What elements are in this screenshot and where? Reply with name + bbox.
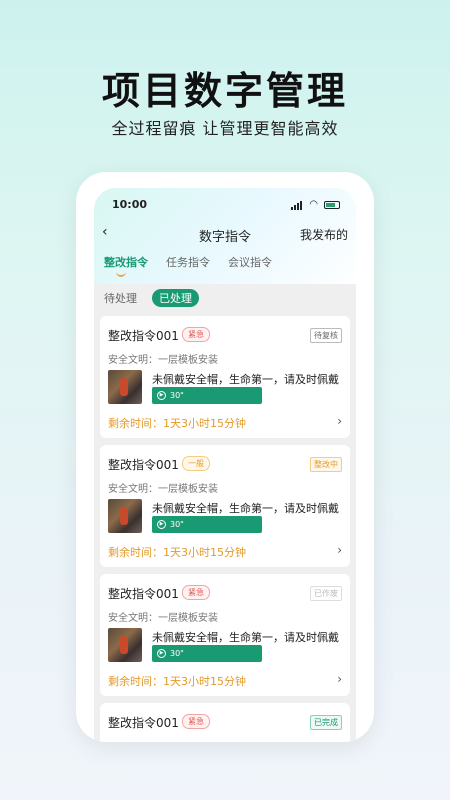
remaining-time: 剩余时间：1天3小时15分钟 — [108, 417, 246, 430]
app-screen: 10:00 ◠ ‹ 数字指令 我发布的 整改指令 任务指令 会议指令 待处理 已… — [94, 188, 356, 742]
tab-task[interactable]: 任务指令 — [166, 254, 210, 270]
voice-duration: 30" — [170, 649, 184, 658]
filter-done[interactable]: 已处理 — [152, 289, 199, 307]
remaining-time: 剩余时间：1天3小时15分钟 — [108, 675, 246, 688]
voice-message[interactable]: ▶ 30" — [152, 387, 262, 404]
instruction-card[interactable]: 整改指令001 紧急 已作废 安全文明：一层模板安装 未佩戴安全帽，生命第一，请… — [100, 574, 350, 696]
priority-badge: 紧急 — [182, 585, 210, 600]
status-tag: 已作废 — [310, 586, 342, 601]
remaining-time: 剩余时间：1天3小时15分钟 — [108, 546, 246, 559]
battery-icon — [324, 201, 340, 209]
status-bar: 10:00 ◠ — [94, 198, 356, 214]
card-title: 整改指令001 — [108, 587, 179, 601]
card-title: 整改指令001 — [108, 458, 179, 472]
instruction-card[interactable]: 整改指令001 紧急 已完成 — [100, 703, 350, 742]
status-filter: 待处理 已处理 — [94, 284, 356, 312]
tab-meeting[interactable]: 会议指令 — [228, 254, 272, 270]
play-icon: ▶ — [157, 520, 166, 529]
card-subtitle: 安全文明：一层模板安装 — [108, 613, 218, 624]
status-time: 10:00 — [112, 198, 148, 211]
site-photo[interactable] — [108, 628, 142, 662]
tab-rectification[interactable]: 整改指令 — [104, 254, 148, 277]
card-description: 未佩戴安全帽，生命第一，请及时佩戴 — [152, 631, 339, 644]
status-tag: 已完成 — [310, 715, 342, 730]
card-title: 整改指令001 — [108, 329, 179, 343]
wifi-icon: ◠ — [309, 199, 318, 210]
hero-title: 项目数字管理 — [101, 69, 348, 113]
top-bar: 10:00 ◠ ‹ 数字指令 我发布的 整改指令 任务指令 会议指令 — [94, 188, 356, 298]
priority-badge: 一般 — [182, 456, 210, 471]
site-photo[interactable] — [108, 370, 142, 404]
voice-duration: 30" — [170, 391, 184, 400]
voice-message[interactable]: ▶ 30" — [152, 516, 262, 533]
instruction-card[interactable]: 整改指令001 一般 整改中 安全文明：一层模板安装 未佩戴安全帽，生命第一，请… — [100, 445, 350, 567]
chevron-right-icon[interactable]: › — [337, 543, 342, 557]
instruction-card[interactable]: 整改指令001 紧急 待复核 安全文明：一层模板安装 未佩戴安全帽，生命第一，请… — [100, 316, 350, 438]
play-icon: ▶ — [157, 649, 166, 658]
phone-frame: 10:00 ◠ ‹ 数字指令 我发布的 整改指令 任务指令 会议指令 待处理 已… — [76, 172, 374, 742]
hero-subtitle: 全过程留痕 让管理更智能高效 — [111, 119, 339, 138]
card-description: 未佩戴安全帽，生命第一，请及时佩戴 — [152, 373, 339, 386]
tab-bar: 整改指令 任务指令 会议指令 — [104, 254, 272, 277]
play-icon: ▶ — [157, 391, 166, 400]
card-title: 整改指令001 — [108, 716, 179, 730]
card-subtitle: 安全文明：一层模板安装 — [108, 355, 218, 366]
status-tag: 整改中 — [310, 457, 342, 472]
status-tag: 待复核 — [310, 328, 342, 343]
card-subtitle: 安全文明：一层模板安装 — [108, 484, 218, 495]
nav-bar: ‹ 数字指令 我发布的 — [94, 224, 356, 246]
chevron-right-icon[interactable]: › — [337, 414, 342, 428]
chevron-right-icon[interactable]: › — [337, 672, 342, 686]
filter-pending[interactable]: 待处理 — [104, 290, 137, 306]
card-description: 未佩戴安全帽，生命第一，请及时佩戴 — [152, 502, 339, 515]
voice-message[interactable]: ▶ 30" — [152, 645, 262, 662]
my-published-button[interactable]: 我发布的 — [300, 226, 348, 243]
priority-badge: 紧急 — [182, 714, 210, 729]
priority-badge: 紧急 — [182, 327, 210, 342]
signal-icon — [291, 201, 302, 210]
site-photo[interactable] — [108, 499, 142, 533]
voice-duration: 30" — [170, 520, 184, 529]
